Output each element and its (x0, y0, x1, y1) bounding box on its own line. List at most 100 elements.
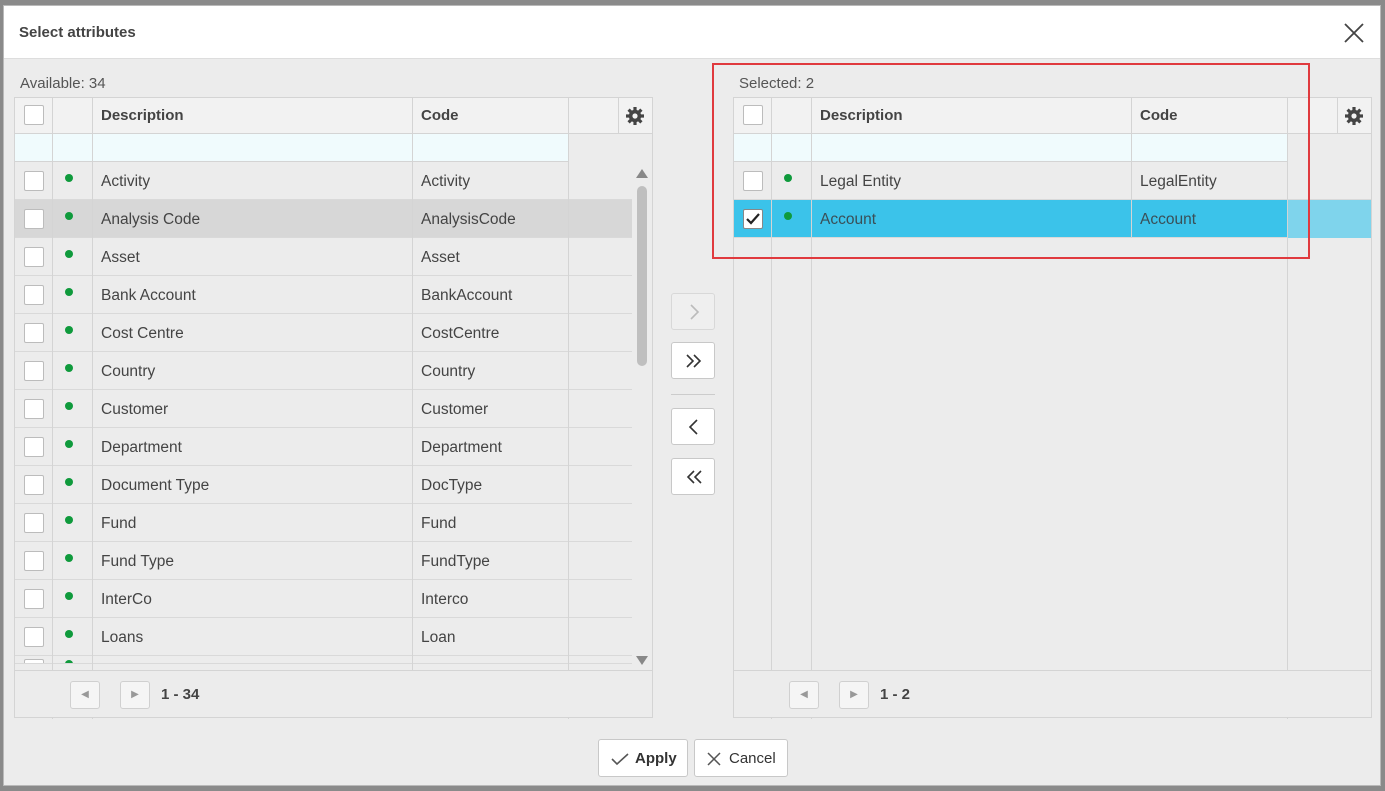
row-checkbox[interactable] (24, 513, 44, 533)
apply-button[interactable]: Apply (598, 739, 688, 777)
row-checkbox[interactable] (24, 171, 44, 191)
available-scrollbar[interactable] (633, 162, 651, 672)
chevron-left-icon (688, 419, 698, 435)
row-code: AnalysisCode (421, 211, 516, 228)
available-select-all-checkbox[interactable] (24, 105, 44, 125)
table-row[interactable]: Document Type DocType (15, 466, 632, 504)
selected-pager: ◀ ▶ 1 - 2 (734, 670, 1371, 717)
row-description: Analysis Code (101, 211, 201, 228)
available-settings-gear-icon[interactable] (625, 106, 645, 126)
row-code: Customer (421, 401, 489, 418)
row-description: Loans (101, 629, 144, 646)
available-description-header[interactable]: Description (101, 107, 184, 124)
available-filter-row[interactable] (15, 134, 569, 162)
available-next-page-button[interactable]: ▶ (120, 681, 150, 709)
row-checkbox[interactable] (24, 627, 44, 647)
row-code: Asset (421, 249, 460, 266)
table-row[interactable]: Country Country (15, 352, 632, 390)
row-checkbox[interactable] (24, 247, 44, 267)
row-description: Asset (101, 249, 140, 266)
move-all-left-button[interactable] (671, 458, 715, 495)
table-row[interactable]: Analysis Code AnalysisCode (15, 200, 632, 238)
row-checkbox[interactable] (24, 551, 44, 571)
move-all-right-button[interactable] (671, 342, 715, 379)
status-dot-icon (65, 660, 73, 663)
row-description: InterCo (101, 591, 152, 608)
status-dot-icon (65, 212, 73, 220)
select-attributes-dialog: Select attributes Available: 34 Descript… (3, 5, 1381, 786)
row-checkbox[interactable] (24, 399, 44, 419)
cancel-button[interactable]: Cancel (694, 739, 788, 777)
status-dot-icon (65, 402, 73, 410)
row-description: Fund Type (101, 553, 174, 570)
chevron-right-icon (690, 304, 700, 320)
row-checkbox[interactable] (24, 589, 44, 609)
scroll-up-icon[interactable] (636, 169, 648, 178)
row-code: Activity (421, 173, 471, 190)
available-page-range: 1 - 34 (161, 686, 200, 703)
dialog-header: Select attributes (4, 6, 1380, 59)
available-prev-page-button[interactable]: ◀ (70, 681, 100, 709)
row-code: Loan (421, 629, 456, 646)
row-checkbox[interactable] (24, 209, 44, 229)
available-count: Available: 34 (20, 75, 106, 92)
selected-prev-page-button[interactable]: ◀ (789, 681, 819, 709)
cancel-label: Cancel (729, 750, 776, 767)
row-description: Bank Account (101, 287, 196, 304)
row-checkbox[interactable] (24, 437, 44, 457)
row-description: Document Type (101, 477, 210, 494)
status-dot-icon (65, 592, 73, 600)
row-description: Activity (101, 173, 151, 190)
table-row[interactable]: Fund Type FundType (15, 542, 632, 580)
selected-settings-gear-icon[interactable] (1344, 106, 1364, 126)
row-description: Fund (101, 515, 137, 532)
table-row[interactable]: Asset Asset (15, 238, 632, 276)
row-checkbox[interactable] (24, 285, 44, 305)
row-code: Fund (421, 515, 457, 532)
row-code: BankAccount (421, 287, 513, 304)
apply-label: Apply (635, 750, 677, 767)
row-description: Country (101, 363, 156, 380)
table-row[interactable]: Loans Loan (15, 618, 632, 656)
table-row[interactable]: Bank Account BankAccount (15, 276, 632, 314)
row-checkbox[interactable] (24, 659, 44, 663)
selected-next-page-button[interactable]: ▶ (839, 681, 869, 709)
status-dot-icon (65, 516, 73, 524)
row-checkbox[interactable] (24, 475, 44, 495)
table-row[interactable]: InterCo Interco (15, 580, 632, 618)
move-selected-left-button[interactable] (671, 408, 715, 445)
row-code: CostCentre (421, 325, 500, 342)
row-checkbox[interactable] (24, 361, 44, 381)
close-icon (707, 752, 721, 766)
selected-page-range: 1 - 2 (880, 686, 911, 703)
double-chevron-right-icon (686, 354, 702, 368)
status-dot-icon (65, 364, 73, 372)
close-icon[interactable] (1342, 21, 1366, 45)
status-dot-icon (65, 440, 73, 448)
table-row[interactable]: Customer Customer (15, 390, 632, 428)
row-code: Interco (421, 591, 469, 608)
table-row[interactable]: Fund Fund (15, 504, 632, 542)
row-description: Customer (101, 401, 169, 418)
scroll-thumb[interactable] (637, 186, 647, 366)
move-selected-right-button[interactable] (671, 293, 715, 330)
scroll-down-icon[interactable] (636, 656, 648, 665)
table-row[interactable]: Cost Centre CostCentre (15, 314, 632, 352)
available-code-header[interactable]: Code (421, 107, 459, 124)
row-checkbox[interactable] (24, 323, 44, 343)
status-dot-icon (65, 288, 73, 296)
status-dot-icon (65, 554, 73, 562)
table-row[interactable]: Department Department (15, 428, 632, 466)
row-code: Country (421, 363, 476, 380)
status-dot-icon (65, 326, 73, 334)
checkmark-icon (611, 753, 629, 766)
row-code: DocType (421, 477, 483, 494)
row-description: Department (101, 439, 182, 456)
table-row-partial (15, 656, 632, 664)
table-row[interactable]: Activity Activity (15, 162, 632, 200)
available-grid: Description Code Activity Activity Analysi… (14, 97, 653, 719)
status-dot-icon (65, 478, 73, 486)
available-grid-header: Description Code (15, 98, 652, 134)
row-code: FundType (421, 553, 490, 570)
highlight-box (712, 63, 1310, 259)
